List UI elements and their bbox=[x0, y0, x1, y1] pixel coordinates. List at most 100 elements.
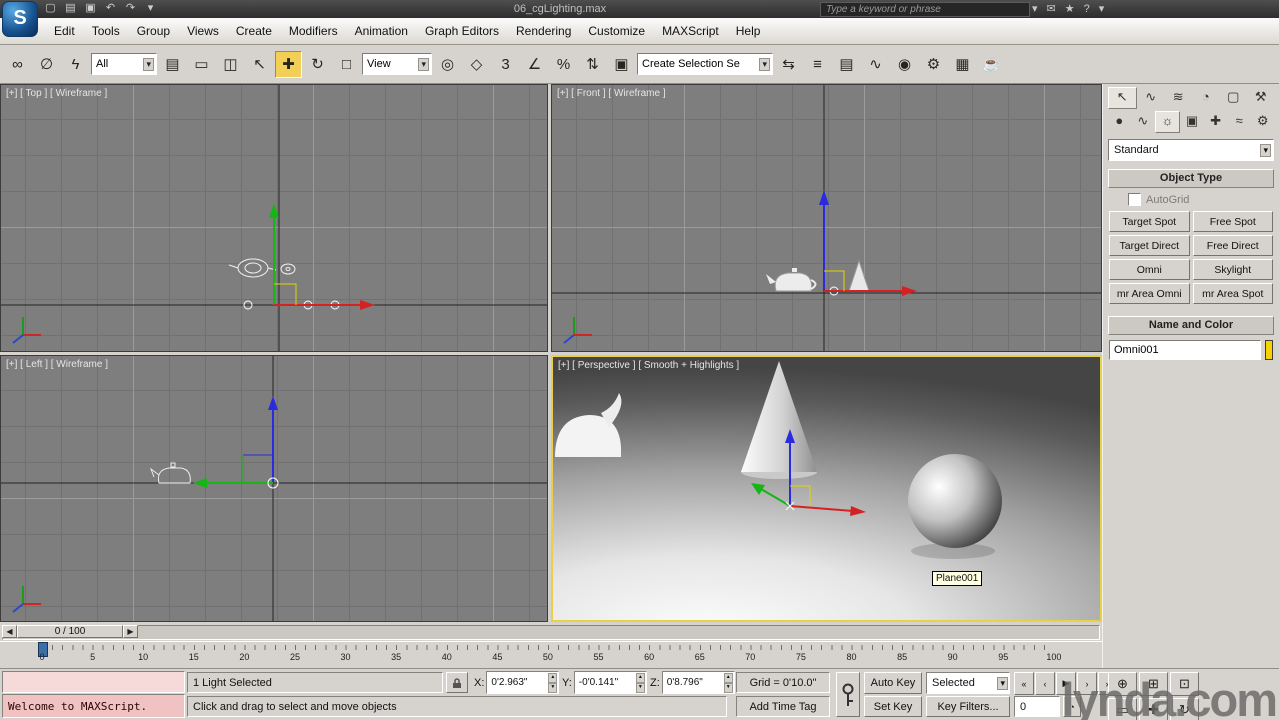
menu-item[interactable]: Edit bbox=[46, 21, 83, 41]
menu-item[interactable]: Help bbox=[728, 21, 769, 41]
light-type-button[interactable]: Target Direct bbox=[1109, 235, 1190, 256]
snaps-toggle-icon[interactable]: 3 bbox=[492, 51, 519, 78]
category-geometry[interactable]: ● bbox=[1108, 111, 1131, 131]
viewport-top-label[interactable]: [+] [ Top ] [ Wireframe ] bbox=[6, 88, 107, 99]
light-type-button[interactable]: Target Spot bbox=[1109, 211, 1190, 232]
viewport-left-label[interactable]: [+] [ Left ] [ Wireframe ] bbox=[6, 359, 108, 370]
menu-item[interactable]: Tools bbox=[84, 21, 128, 41]
tab-create[interactable]: ↖ bbox=[1108, 87, 1137, 109]
go-to-start-icon[interactable]: « bbox=[1014, 672, 1034, 695]
coord-z-field[interactable]: 0'8.796" ▲ ▼ bbox=[661, 671, 735, 694]
named-selection-dropdown[interactable]: Create Selection Se bbox=[637, 53, 773, 75]
undo-icon[interactable]: ↶ bbox=[102, 1, 119, 16]
coord-x-spinner[interactable]: ▲ ▼ bbox=[548, 672, 558, 693]
light-type-dropdown[interactable]: Standard bbox=[1108, 139, 1274, 161]
light-type-button[interactable]: Free Spot bbox=[1192, 211, 1273, 232]
coord-y-field[interactable]: -0'0.141" ▲ ▼ bbox=[573, 671, 647, 694]
menu-item[interactable]: Create bbox=[228, 21, 280, 41]
menu-item[interactable]: Views bbox=[179, 21, 227, 41]
viewport-perspective-label[interactable]: [+] [ Perspective ] [ Smooth + Highlight… bbox=[558, 360, 739, 371]
viewport-top[interactable]: [+] [ Top ] [ Wireframe ] bbox=[0, 84, 548, 352]
search-scope-icon[interactable]: ▾ bbox=[1032, 1, 1038, 17]
category-systems[interactable]: ⚙ bbox=[1251, 111, 1274, 131]
menu-item[interactable]: Animation bbox=[347, 21, 416, 41]
name-color-rollout-header[interactable]: Name and Color bbox=[1108, 316, 1274, 335]
select-and-link-icon[interactable]: ∞ bbox=[4, 51, 31, 78]
time-slider-handle[interactable]: ◀ 0 / 100 ▶ bbox=[2, 625, 138, 638]
tab-modify[interactable]: ∿ bbox=[1138, 87, 1165, 107]
viewport-front-label[interactable]: [+] [ Front ] [ Wireframe ] bbox=[557, 88, 666, 99]
object-type-rollout-header[interactable]: Object Type bbox=[1108, 169, 1274, 188]
manage-layers-icon[interactable]: ▤ bbox=[833, 51, 860, 78]
coord-y-spinner[interactable]: ▲ ▼ bbox=[635, 672, 645, 693]
rendered-frame-icon[interactable]: ▦ bbox=[949, 51, 976, 78]
select-and-scale-icon[interactable]: □ bbox=[333, 51, 360, 78]
selection-lock-toggle[interactable] bbox=[446, 672, 468, 693]
select-and-rotate-icon[interactable]: ↻ bbox=[304, 51, 331, 78]
quick-access-dropdown-icon[interactable]: ▾ bbox=[142, 1, 159, 16]
key-filters-button[interactable]: Key Filters... bbox=[926, 696, 1010, 717]
light-type-button[interactable]: mr Area Spot bbox=[1192, 283, 1273, 304]
menu-item[interactable]: Graph Editors bbox=[417, 21, 507, 41]
previous-frame-icon[interactable]: ‹ bbox=[1035, 672, 1055, 695]
percent-snap-icon[interactable]: % bbox=[550, 51, 577, 78]
viewport-front[interactable]: [+] [ Front ] [ Wireframe ] bbox=[551, 84, 1102, 352]
autogrid-checkbox[interactable] bbox=[1128, 193, 1141, 206]
light-type-button[interactable]: Free Direct bbox=[1192, 235, 1273, 256]
set-keys-button[interactable] bbox=[836, 672, 860, 717]
coord-z-spinner[interactable]: ▲ ▼ bbox=[723, 672, 733, 693]
auto-key-button[interactable]: Auto Key bbox=[864, 672, 922, 694]
object-name-input[interactable] bbox=[1109, 340, 1261, 360]
select-and-manipulate-icon[interactable]: ◇ bbox=[463, 51, 490, 78]
object-color-swatch[interactable] bbox=[1265, 340, 1273, 360]
help-icon[interactable]: ? bbox=[1084, 1, 1090, 17]
category-cameras[interactable]: ▣ bbox=[1181, 111, 1204, 131]
mirror-icon[interactable]: ⇆ bbox=[775, 51, 802, 78]
reference-coordinate-dropdown[interactable]: View bbox=[362, 53, 432, 75]
selection-region-icon[interactable]: ▭ bbox=[188, 51, 215, 78]
select-object-icon[interactable]: ↖ bbox=[246, 51, 273, 78]
redo-icon[interactable]: ↷ bbox=[122, 1, 139, 16]
light-type-button[interactable]: mr Area Omni bbox=[1109, 283, 1190, 304]
render-setup-icon[interactable]: ⚙ bbox=[920, 51, 947, 78]
menu-item[interactable]: MAXScript bbox=[654, 21, 727, 41]
bind-to-space-warp-icon[interactable]: ϟ bbox=[62, 51, 89, 78]
edit-named-selection-sets-icon[interactable]: ▣ bbox=[608, 51, 635, 78]
light-type-button[interactable]: Skylight bbox=[1192, 259, 1273, 280]
coord-x-field[interactable]: 0'2.963" ▲ ▼ bbox=[486, 671, 560, 694]
next-frame-arrow-icon[interactable]: ▶ bbox=[123, 625, 138, 638]
save-file-icon[interactable]: ▣ bbox=[82, 1, 99, 16]
select-by-name-icon[interactable]: ▤ bbox=[159, 51, 186, 78]
render-production-icon[interactable]: ☕ bbox=[978, 51, 1005, 78]
select-and-move-icon[interactable]: ✚ bbox=[275, 50, 302, 78]
communication-center-icon[interactable]: ✉ bbox=[1047, 1, 1056, 17]
light-type-button[interactable]: Omni bbox=[1109, 259, 1190, 280]
favorites-icon[interactable]: ★ bbox=[1065, 1, 1075, 17]
previous-frame-arrow-icon[interactable]: ◀ bbox=[2, 625, 17, 638]
track-bar[interactable]: 0 5 10 15 20 25 30 35 40 45 50 55 60 65 70 75 80 85 90 95 10… bbox=[0, 641, 1102, 669]
tab-motion[interactable]: ◔ bbox=[1193, 87, 1220, 107]
menu-item[interactable]: Rendering bbox=[508, 21, 579, 41]
maxscript-listener-output[interactable]: Welcome to MAXScript. bbox=[2, 694, 185, 718]
selection-filter-dropdown[interactable]: All bbox=[91, 53, 157, 75]
viewport-perspective[interactable]: [+] [ Perspective ] [ Smooth + Highlight… bbox=[551, 355, 1102, 622]
viewport-left[interactable]: [+] [ Left ] [ Wireframe ] bbox=[0, 355, 548, 622]
graph-editors-icon[interactable]: ∿ bbox=[862, 51, 889, 78]
maxscript-listener-line[interactable] bbox=[2, 671, 185, 693]
category-shapes[interactable]: ∿ bbox=[1132, 111, 1155, 131]
material-editor-icon[interactable]: ◉ bbox=[891, 51, 918, 78]
spinner-snap-icon[interactable]: ⇅ bbox=[579, 51, 606, 78]
menu-item[interactable]: Modifiers bbox=[281, 21, 346, 41]
help-dropdown-icon[interactable]: ▾ bbox=[1099, 1, 1105, 17]
use-pivot-center-icon[interactable]: ◎ bbox=[434, 51, 461, 78]
menu-item[interactable]: Customize bbox=[580, 21, 653, 41]
add-time-tag-field[interactable]: Add Time Tag bbox=[736, 696, 830, 717]
key-mode-dropdown[interactable]: Selected bbox=[926, 672, 1010, 694]
set-key-button[interactable]: Set Key bbox=[864, 696, 922, 717]
category-helpers[interactable]: ✚ bbox=[1204, 111, 1227, 131]
tab-display[interactable]: ▢ bbox=[1220, 87, 1247, 107]
tab-utilities[interactable]: ⚒ bbox=[1248, 87, 1275, 107]
window-crossing-icon[interactable]: ◫ bbox=[217, 51, 244, 78]
category-space-warps[interactable]: ≈ bbox=[1228, 111, 1251, 131]
menu-item[interactable]: Group bbox=[129, 21, 178, 41]
